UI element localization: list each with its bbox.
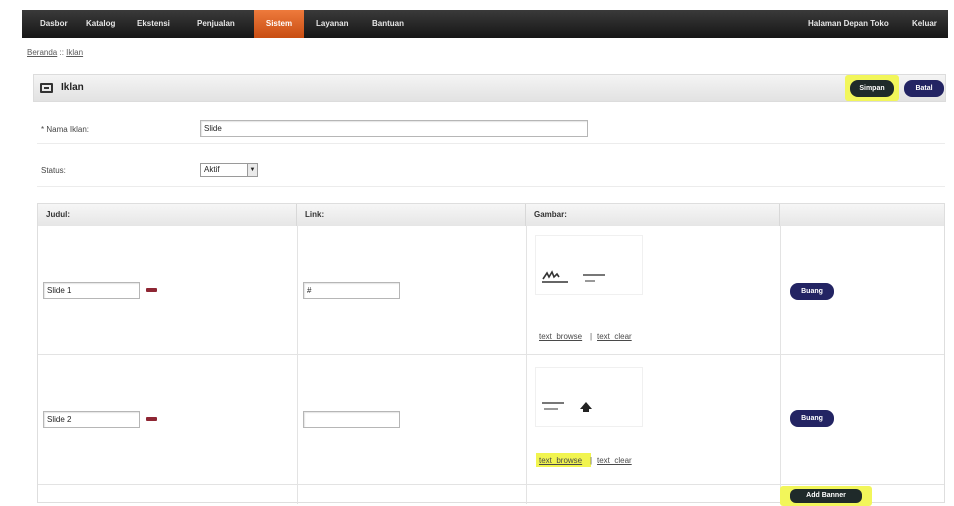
image-placeholder-icon [542, 270, 605, 283]
nav-item-katalog[interactable]: Katalog [78, 10, 123, 38]
clear-image-link-2[interactable]: text_clear [597, 456, 632, 465]
breadcrumb-current-link[interactable]: Iklan [66, 48, 83, 57]
remove-banner-button-2[interactable]: Buang [790, 410, 834, 427]
breadcrumb-home-link[interactable]: Beranda [27, 48, 57, 57]
banner-thumbnail-2[interactable] [535, 367, 643, 427]
dropdown-arrow-icon[interactable]: ▼ [247, 164, 257, 176]
row-divider [38, 484, 944, 485]
link-separator: | [590, 456, 593, 465]
banner-link-input-2[interactable] [303, 411, 400, 428]
browse-image-link-1[interactable]: text_browse [539, 332, 582, 341]
nav-item-dasbor[interactable]: Dasbor [32, 10, 76, 38]
banner-link-input-1[interactable]: # [303, 282, 400, 299]
top-nav-bar: Dasbor Katalog Ekstensi Penjualan Sistem… [22, 10, 948, 38]
banner-name-input[interactable]: Slide [200, 120, 588, 137]
column-divider [297, 226, 298, 504]
page-title: Iklan [61, 82, 84, 93]
breadcrumb-separator: :: [59, 48, 64, 57]
breadcrumb: Beranda :: Iklan [27, 48, 83, 57]
column-header-title: Judul: [38, 204, 297, 226]
nav-item-bantuan[interactable]: Bantuan [364, 10, 412, 38]
nav-item-sistem[interactable]: Sistem [254, 10, 304, 38]
link-separator: | [590, 332, 593, 341]
banner-title-input-1[interactable]: Slide 1 [43, 282, 140, 299]
row-divider [38, 354, 944, 355]
image-placeholder-icon [542, 402, 592, 412]
clear-image-link-1[interactable]: text_clear [597, 332, 632, 341]
save-button[interactable]: Simpan [850, 80, 894, 97]
name-label: * Nama Iklan: [41, 125, 90, 134]
language-flag-icon [146, 417, 157, 421]
status-select-value: Aktif [204, 165, 220, 174]
cancel-button[interactable]: Batal [904, 80, 944, 97]
column-divider [526, 226, 527, 504]
column-divider [780, 226, 781, 504]
status-label: Status: [41, 166, 66, 175]
add-banner-button[interactable]: Add Banner [790, 489, 862, 503]
nav-item-ekstensi[interactable]: Ekstensi [129, 10, 178, 38]
banner-thumbnail-1[interactable] [535, 235, 643, 295]
status-select[interactable]: Aktif ▼ [200, 163, 258, 177]
language-flag-icon [146, 288, 157, 292]
column-header-image: Gambar: [526, 204, 780, 226]
nav-item-storefront[interactable]: Halaman Depan Toko [800, 10, 897, 38]
nav-item-layanan[interactable]: Layanan [308, 10, 356, 38]
page-heading-bar: Iklan [33, 74, 946, 102]
nav-item-logout[interactable]: Keluar [904, 10, 945, 38]
column-header-link: Link: [297, 204, 526, 226]
form-row-status: Status: [37, 155, 945, 187]
banner-title-input-2[interactable]: Slide 2 [43, 411, 140, 428]
remove-banner-button-1[interactable]: Buang [790, 283, 834, 300]
banner-image-table: Judul: Link: Gambar: [37, 203, 945, 504]
column-header-action [780, 204, 944, 226]
banner-icon [40, 83, 53, 93]
nav-item-penjualan[interactable]: Penjualan [189, 10, 243, 38]
browse-image-link-2[interactable]: text_browse [539, 456, 582, 465]
